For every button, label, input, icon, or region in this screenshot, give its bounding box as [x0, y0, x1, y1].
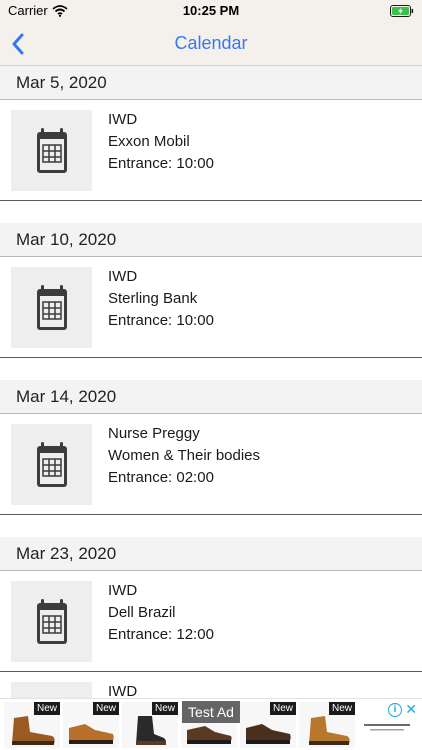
page-title: Calendar	[174, 33, 248, 53]
event-title: IWD	[108, 683, 138, 698]
section-date-header: Mar 10, 2020	[0, 223, 422, 257]
ad-product-boot[interactable]: New	[299, 702, 355, 748]
ad-product-boot[interactable]: New	[4, 702, 60, 748]
ad-product-boot[interactable]: New	[122, 702, 178, 748]
event-title: IWD	[108, 111, 138, 128]
battery-charging-icon	[390, 4, 414, 17]
new-badge: New	[269, 702, 296, 715]
event-title: IWD	[108, 268, 138, 285]
event-entrance-time: Entrance: 10:00	[108, 312, 214, 329]
calendar-icon	[11, 110, 92, 191]
ad-product-shoe[interactable]: New	[240, 702, 296, 748]
status-bar: Carrier 10:25 PM	[0, 0, 422, 22]
calendar-icon	[11, 682, 92, 698]
ad-brand-logo	[364, 724, 410, 731]
section-date-header: Mar 23, 2020	[0, 537, 422, 571]
calendar-event-list[interactable]: Mar 5, 2020 IWD Exxon Mobil Entrance: 10…	[0, 66, 422, 698]
calendar-icon	[11, 424, 92, 505]
close-icon[interactable]: ✕	[405, 701, 417, 718]
event-organizer: Women & Their bodies	[108, 447, 261, 464]
event-entrance-time: Entrance: 02:00	[108, 469, 214, 486]
event-organizer: Exxon Mobil	[108, 133, 190, 150]
section-spacer	[0, 201, 422, 223]
event-row[interactable]: IWD	[0, 672, 422, 698]
event-entrance-time: Entrance: 10:00	[108, 155, 214, 172]
event-row[interactable]: IWD Exxon Mobil Entrance: 10:00	[0, 100, 422, 201]
new-badge: New	[328, 702, 355, 715]
event-title: Nurse Preggy	[108, 425, 200, 442]
status-time: 10:25 PM	[182, 3, 240, 18]
event-organizer: Sterling Bank	[108, 290, 198, 307]
test-ad-label: Test Ad	[182, 701, 240, 723]
section-date-header: Mar 5, 2020	[0, 66, 422, 100]
calendar-icon	[11, 267, 92, 348]
new-badge: New	[92, 702, 119, 715]
event-row[interactable]: IWD Dell Brazil Entrance: 12:00	[0, 571, 422, 672]
section-date-header: Mar 14, 2020	[0, 380, 422, 414]
chevron-left-icon	[12, 33, 24, 55]
navigation-bar: Calendar	[0, 22, 422, 66]
event-entrance-time: Entrance: 12:00	[108, 626, 214, 643]
info-icon[interactable]: i	[388, 703, 402, 717]
event-title: IWD	[108, 582, 138, 599]
new-badge: New	[33, 702, 60, 715]
ad-product-shoe[interactable]: New	[63, 702, 119, 748]
back-button[interactable]	[4, 30, 32, 58]
event-row[interactable]: Nurse Preggy Women & Their bodies Entran…	[0, 414, 422, 515]
event-row[interactable]: IWD Sterling Bank Entrance: 10:00	[0, 257, 422, 358]
event-organizer: Dell Brazil	[108, 604, 176, 621]
calendar-icon	[11, 581, 92, 662]
section-spacer	[0, 515, 422, 537]
new-badge: New	[151, 702, 178, 715]
section-spacer	[0, 358, 422, 380]
ad-banner[interactable]: New New New Test Ad New New i ✕	[0, 698, 422, 750]
